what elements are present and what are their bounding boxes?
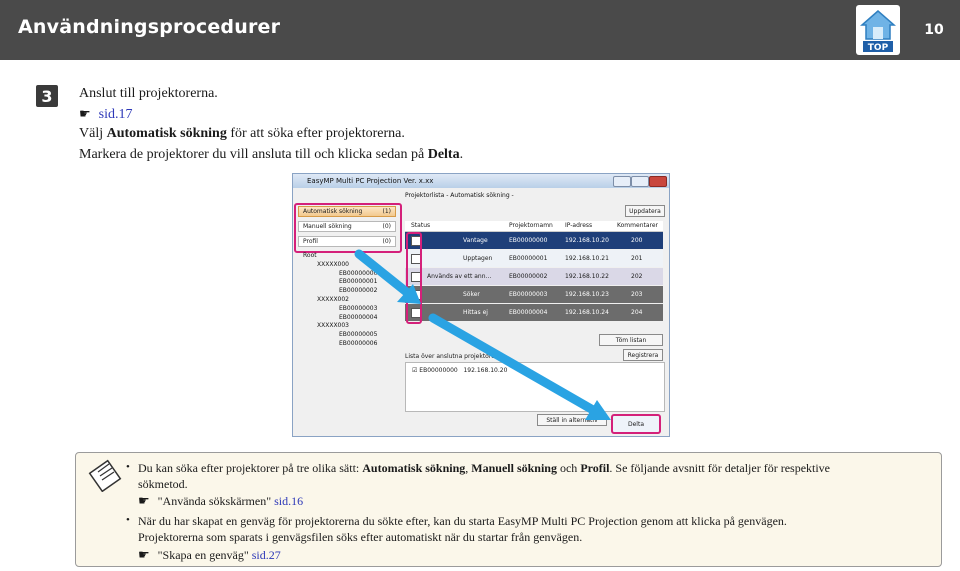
emphasis: Delta xyxy=(427,147,460,162)
step-line-4: Markera de projektorer du vill ansluta t… xyxy=(79,147,464,162)
emphasis: Automatisk sökning xyxy=(106,126,227,141)
pointing-hand-icon: ☛ xyxy=(79,106,91,121)
step-line-2: ☛ sid.17 xyxy=(79,106,133,123)
app-screenshot: EasyMP Multi PC Projection Ver. x.xx Pro… xyxy=(292,173,670,437)
page-link[interactable]: sid.16 xyxy=(274,494,303,508)
note-ref-2: ☛ "Skapa en genväg" sid.27 xyxy=(138,547,281,562)
note-line-3: När du har skapat en genväg för projekto… xyxy=(138,514,787,528)
pointing-hand-icon: ☛ xyxy=(138,493,150,508)
note-line-1: Du kan söka efter projektorer på tre oli… xyxy=(138,461,831,475)
page-title: Användningsprocedurer xyxy=(18,16,281,38)
page-number: 10 xyxy=(924,22,944,38)
note-ref-1: ☛ "Använda sökskärmen" sid.16 xyxy=(138,493,304,508)
page-link[interactable]: sid.27 xyxy=(252,548,281,562)
note-line-2: sökmetod. xyxy=(138,477,188,491)
page-header: Användningsprocedurer TOP 10 xyxy=(0,0,960,60)
logo-text: TOP xyxy=(868,43,889,53)
page-link[interactable]: sid.17 xyxy=(99,107,133,122)
step-number: 3 xyxy=(36,85,58,107)
note-line-4: Projektorerna som sparats i genvägsfilen… xyxy=(138,530,583,544)
top-link-button[interactable]: TOP xyxy=(856,5,900,55)
bullet: • xyxy=(126,461,130,473)
note-icon xyxy=(88,459,122,492)
home-icon: TOP xyxy=(860,10,896,53)
arrow-graphic xyxy=(354,249,611,420)
pointing-hand-icon: ☛ xyxy=(138,547,150,562)
note-box: • Du kan söka efter projektorer på tre o… xyxy=(75,452,942,567)
step-line-1: Anslut till projektorerna. xyxy=(79,86,218,101)
step-line-3: Välj Automatisk sökning för att söka eft… xyxy=(79,126,405,141)
bullet: • xyxy=(126,514,130,526)
